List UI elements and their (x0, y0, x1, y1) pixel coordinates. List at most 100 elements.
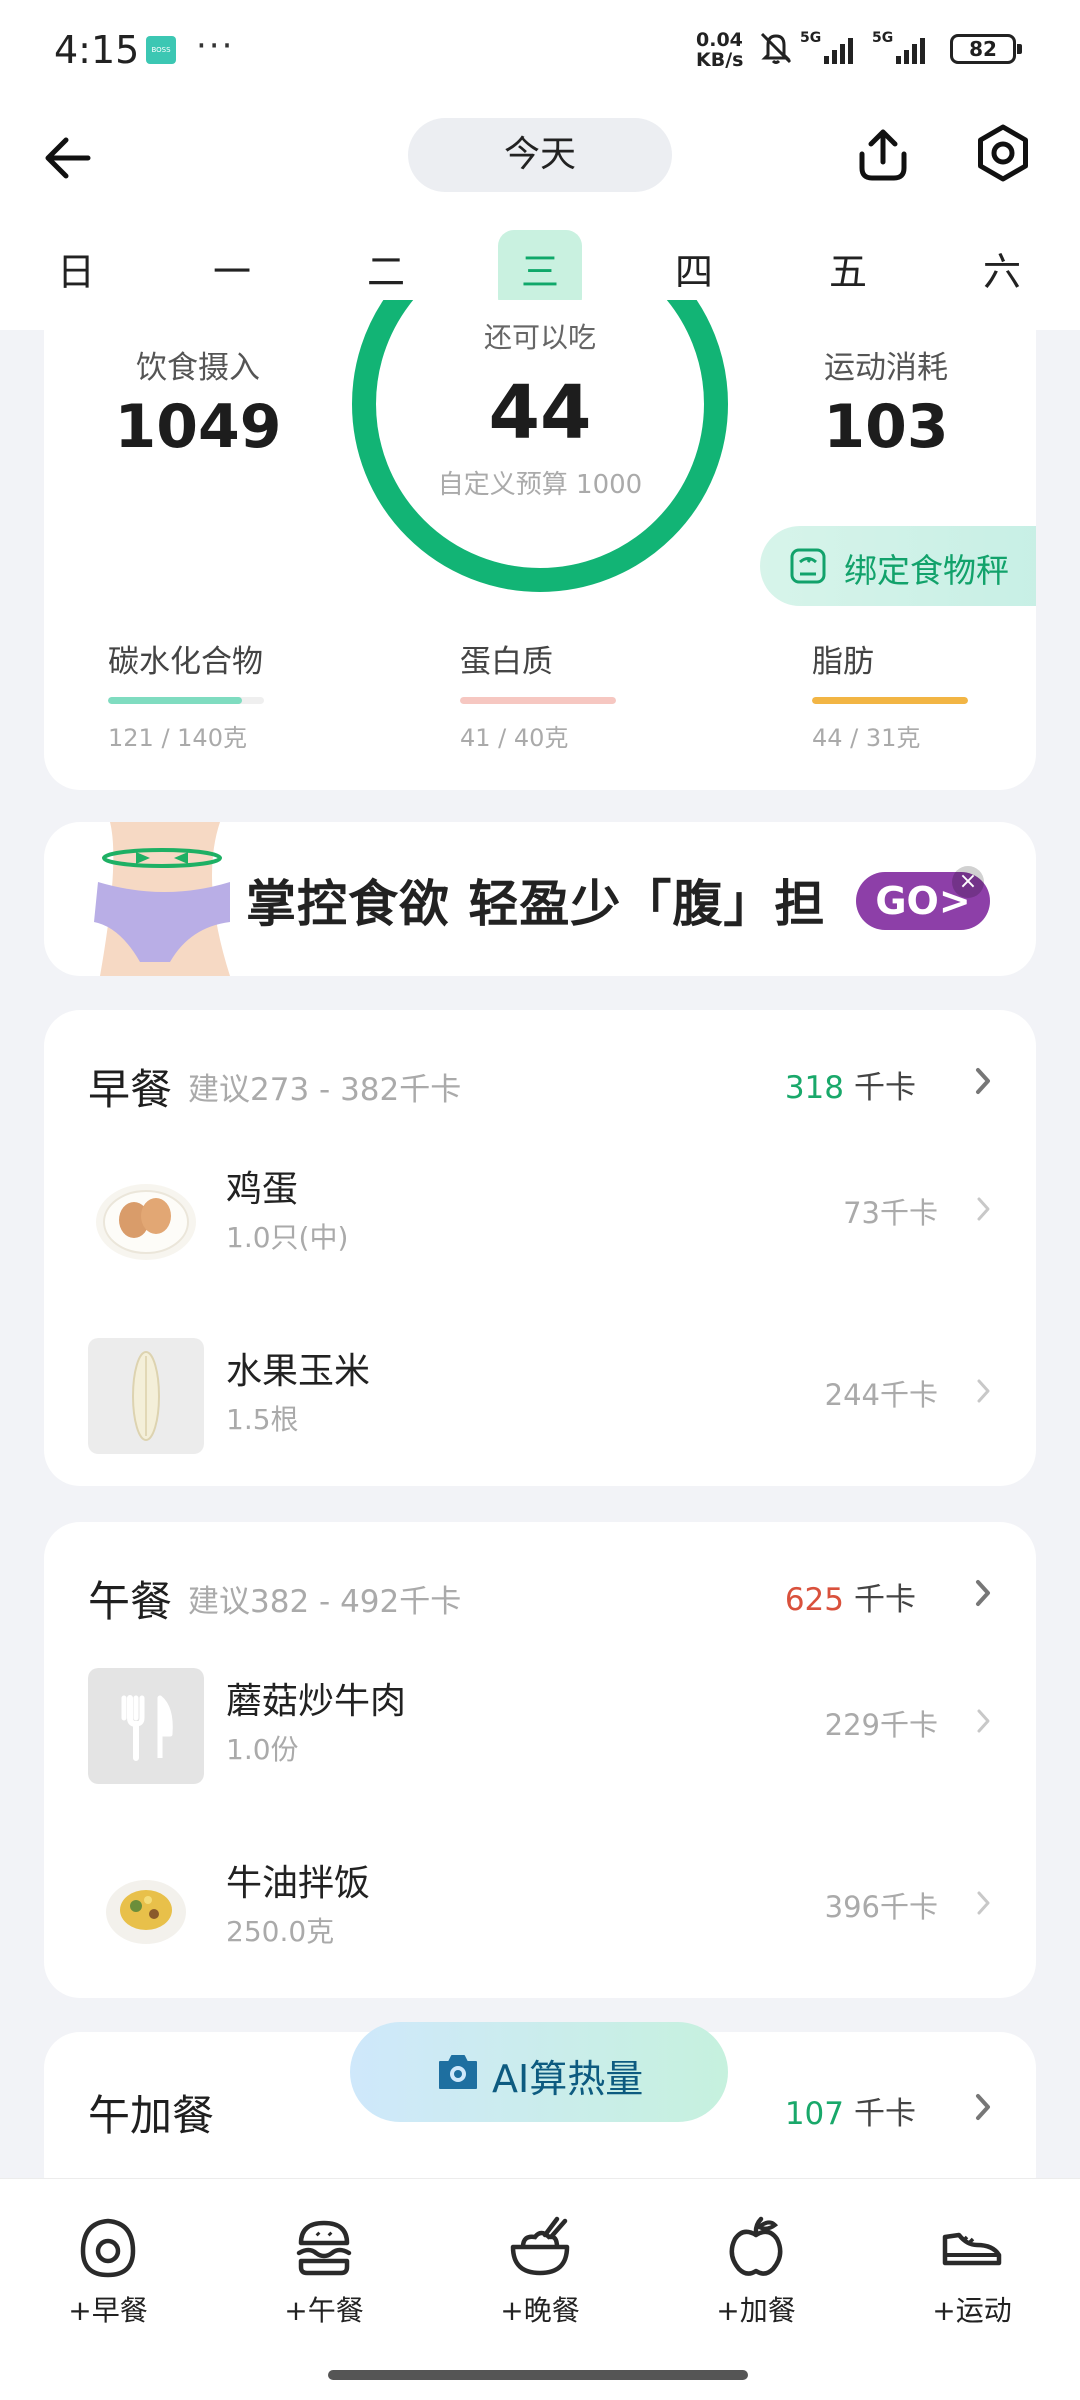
header: 今天 日 一 二 三 四 五 六 (0, 100, 1080, 330)
more-notifications-icon: ··· (196, 26, 235, 66)
food-kcal: 396千卡 (824, 1890, 938, 1924)
intake-label: 饮食摄入 (136, 350, 260, 386)
ai-calorie-button[interactable]: AI算热量 (350, 2022, 728, 2122)
food-amount: 1.5根 (226, 1403, 299, 1436)
meal-kcal-value: 625 (784, 1582, 844, 1618)
food-kcal: 73千卡 (843, 1196, 938, 1230)
home-indicator[interactable] (328, 2370, 748, 2380)
nav-label: +加餐 (716, 2294, 796, 2327)
camera-icon (439, 2055, 477, 2089)
macro-carbs-name: 碳水化合物 (108, 644, 263, 680)
meal-total-kcal: 107 千卡 (785, 2088, 916, 2133)
meal-total-kcal: 625 千卡 (785, 1574, 916, 1619)
food-kcal: 244千卡 (824, 1378, 938, 1412)
budget-label[interactable]: 自定义预算 1000 (390, 464, 690, 501)
food-amount: 1.0份 (226, 1733, 299, 1766)
meal-kcal-unit: 千卡 (854, 2096, 916, 2132)
status-bar: 4:15 BOSS ··· 0.04 KB/s 5G 5G 82 (0, 0, 1080, 100)
mute-bell-icon (760, 32, 792, 64)
net-speed-value: 0.04 (696, 29, 743, 51)
macro-carbs: 碳水化合物 121 / 140克 (108, 636, 308, 753)
shoe-icon (942, 2232, 1002, 2266)
scale-icon (790, 548, 826, 584)
food-amount: 1.0只(中) (226, 1221, 349, 1254)
exercise-label: 运动消耗 (824, 350, 948, 386)
food-name: 牛油拌饭 (226, 1863, 371, 1904)
meal-card-lunch: 午餐 建议382 - 492千卡 625 千卡 蘑菇炒牛肉 1.0份 229千卡 … (44, 1522, 1036, 1998)
signal-5g-icon: 5G (800, 30, 853, 64)
calorie-summary-card: 饮食摄入 1049 还可以吃 44 自定义预算 1000 运动消耗 103 绑定… (44, 300, 1036, 790)
food-photo-corn (88, 1338, 204, 1454)
ad-close-icon[interactable]: × (952, 866, 984, 898)
meal-kcal-value: 107 (784, 2096, 844, 2132)
food-row[interactable]: 蘑菇炒牛肉 1.0份 229千卡 (44, 1632, 1036, 1812)
nav-label: +午餐 (284, 2294, 364, 2327)
meal-suggestion: 建议382 - 492千卡 (188, 1584, 462, 1620)
meal-title: 早餐 (88, 1065, 173, 1114)
add-snack-button[interactable]: +加餐 (686, 2215, 826, 2329)
macro-carbs-fill (108, 697, 243, 704)
burger-icon (296, 2220, 352, 2276)
food-row[interactable]: 牛油拌饭 250.0克 396千卡 (44, 1814, 1036, 1994)
macro-fat-bar (812, 697, 968, 704)
chevron-right-icon (976, 1068, 990, 1094)
egg-icon (80, 2218, 136, 2278)
share-icon[interactable] (852, 124, 914, 186)
food-amount: 250.0克 (226, 1915, 335, 1948)
add-dinner-button[interactable]: +晚餐 (470, 2215, 610, 2329)
bottom-nav: +早餐 +午餐 +晚餐 +加餐 +运动 (0, 2178, 1080, 2400)
meal-kcal-unit: 千卡 (854, 1070, 916, 1106)
settings-icon[interactable] (972, 122, 1034, 184)
meal-kcal-unit: 千卡 (854, 1582, 916, 1618)
bowl-icon (510, 2216, 570, 2276)
add-lunch-button[interactable]: +午餐 (254, 2215, 394, 2329)
boss-app-icon: BOSS (146, 36, 176, 64)
net-speed: 0.04 KB/s (696, 30, 743, 70)
chevron-right-icon (977, 1891, 990, 1915)
status-time: 4:15 (54, 28, 140, 72)
waist-illustration (94, 822, 230, 976)
food-name: 水果玉米 (226, 1351, 371, 1392)
battery-icon: 82 (950, 34, 1022, 64)
macro-protein-value: 41 / 40克 (460, 724, 569, 752)
food-row[interactable]: 鸡蛋 1.0只(中) 73千卡 (44, 1120, 1036, 1300)
meal-kcal-value: 318 (784, 1070, 844, 1106)
signal-5g-icon: 5G (872, 30, 925, 64)
food-name: 鸡蛋 (226, 1169, 299, 1210)
macro-protein-bar (460, 697, 616, 704)
apple-icon (729, 2216, 783, 2276)
macro-protein: 蛋白质 41 / 40克 (460, 636, 660, 753)
food-row[interactable]: 水果玉米 1.5根 244千卡 (44, 1302, 1036, 1482)
date-selector[interactable]: 今天 (408, 118, 672, 192)
bind-food-scale-button[interactable]: 绑定食物秤 (760, 526, 1036, 606)
intake-value: 1049 (114, 392, 282, 462)
meal-title: 午加餐 (88, 2091, 215, 2140)
chevron-right-icon (976, 1580, 990, 1606)
macro-fat-name: 脂肪 (812, 644, 874, 680)
nav-label: +晚餐 (500, 2294, 580, 2327)
macro-carbs-bar (108, 697, 264, 704)
back-arrow-icon[interactable] (40, 130, 96, 186)
macro-carbs-value: 121 / 140克 (108, 724, 247, 752)
ad-headline: 掌控食欲 轻盈少「腹」担 (246, 875, 826, 933)
nav-label: +运动 (932, 2294, 1012, 2327)
add-exercise-button[interactable]: +运动 (902, 2215, 1042, 2329)
food-kcal: 229千卡 (824, 1708, 938, 1742)
exercise-value: 103 (823, 392, 949, 462)
svg-text:5G: 5G (800, 30, 821, 46)
meal-suggestion: 建议273 - 382千卡 (188, 1072, 462, 1108)
ad-banner[interactable]: 掌控食欲 轻盈少「腹」担 GO> × (44, 822, 1036, 976)
remaining-label: 还可以吃 (483, 321, 596, 354)
food-photo-rice (106, 1880, 186, 1944)
macro-fat-value: 44 / 31克 (812, 724, 921, 752)
add-breakfast-button[interactable]: +早餐 (38, 2215, 178, 2329)
ai-calorie-label: AI算热量 (492, 2057, 644, 2101)
chevron-right-icon (977, 1709, 990, 1733)
macro-fat: 脂肪 44 / 31克 (812, 636, 1012, 753)
macro-fat-fill (812, 697, 968, 704)
macro-protein-name: 蛋白质 (460, 644, 553, 680)
food-photo-egg (96, 1184, 196, 1260)
fork-knife-icon (88, 1668, 204, 1784)
food-name: 蘑菇炒牛肉 (226, 1681, 407, 1722)
chevron-right-icon (977, 1379, 990, 1403)
